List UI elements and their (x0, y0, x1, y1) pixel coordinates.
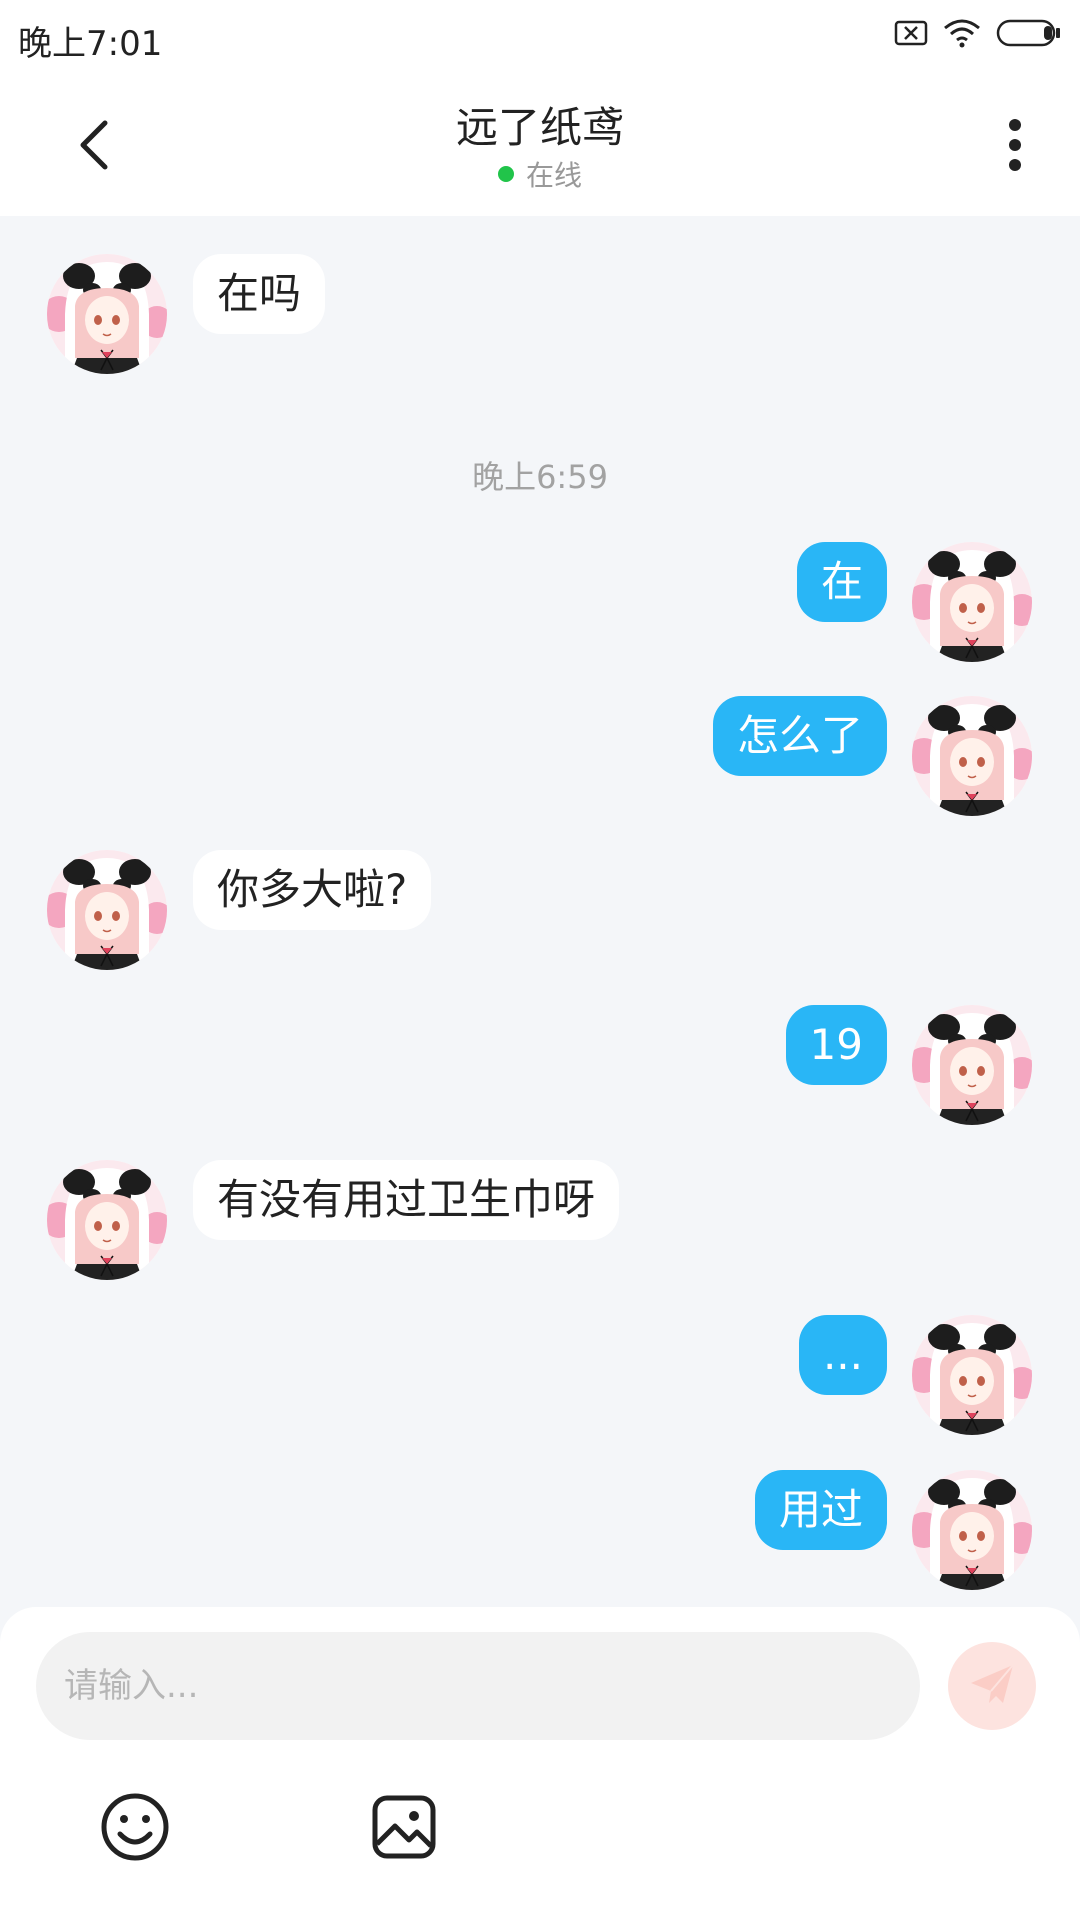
contact-avatar[interactable] (47, 850, 167, 970)
message-bubble[interactable]: 你多大啦? (193, 850, 432, 930)
presence-text: 在线 (525, 159, 582, 192)
message-timestamp: 晚上6:59 (472, 458, 608, 496)
composer-panel (0, 1607, 1080, 1920)
wifi-icon (942, 18, 982, 52)
status-time: 晚上7:01 (18, 24, 163, 64)
status-icons (894, 18, 1062, 52)
my-avatar[interactable] (912, 696, 1032, 816)
battery-icon (996, 18, 1062, 52)
message-bubble[interactable]: 怎么了 (712, 696, 887, 776)
message-bubble[interactable]: 在 (796, 542, 887, 622)
message-incoming: 在吗 (0, 254, 1080, 374)
message-incoming: 你多大啦? (0, 850, 1080, 970)
message-outgoing: ... (0, 1315, 1080, 1435)
my-avatar[interactable] (912, 1315, 1032, 1435)
message-incoming: 有没有用过卫生巾呀 (0, 1160, 1080, 1280)
my-avatar[interactable] (912, 542, 1032, 662)
sim-blocked-icon (894, 20, 928, 50)
message-bubble[interactable]: 19 (785, 1005, 887, 1085)
message-input[interactable] (36, 1632, 920, 1740)
image-button[interactable] (368, 1793, 440, 1865)
message-outgoing: 用过 (0, 1470, 1080, 1590)
image-icon (371, 1794, 437, 1864)
message-bubble[interactable]: ... (798, 1315, 887, 1395)
more-options-button[interactable] (990, 112, 1040, 182)
presence-status: 在线 (0, 154, 1080, 194)
message-bubble[interactable]: 在吗 (193, 254, 326, 334)
message-outgoing: 19 (0, 1005, 1080, 1125)
status-bar: 晚上7:01 (0, 0, 1080, 72)
contact-avatar[interactable] (47, 1160, 167, 1280)
emoji-button[interactable] (99, 1793, 171, 1865)
contact-avatar[interactable] (47, 254, 167, 374)
send-icon (967, 1659, 1017, 1713)
emoji-icon (100, 1792, 170, 1866)
chat-header: 远了纸鸢 在线 (0, 72, 1080, 216)
my-avatar[interactable] (912, 1470, 1032, 1590)
message-bubble[interactable]: 有没有用过卫生巾呀 (193, 1160, 620, 1240)
online-dot-icon (497, 166, 514, 182)
contact-name: 远了纸鸢 (455, 103, 624, 152)
message-bubble[interactable]: 用过 (754, 1470, 887, 1550)
message-outgoing: 在 (0, 542, 1080, 662)
message-outgoing: 怎么了 (0, 696, 1080, 816)
more-vertical-icon (1008, 117, 1022, 177)
message-list[interactable]: 在吗 晚上6:59 在 怎么了 你多大啦? 19 有没有用过卫生巾呀 ... 用… (0, 216, 1080, 1606)
my-avatar[interactable] (912, 1005, 1032, 1125)
send-button[interactable] (948, 1642, 1036, 1730)
